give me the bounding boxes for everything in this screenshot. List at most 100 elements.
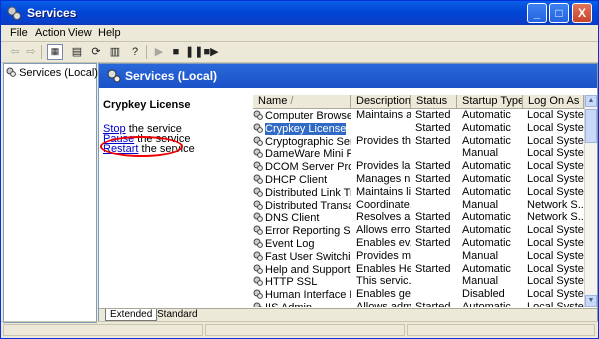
service-gear-icon	[253, 302, 263, 307]
service-gear-icon	[253, 110, 263, 120]
menu-file[interactable]: File	[10, 27, 28, 39]
pause-icon[interactable]: ❚❚	[185, 44, 203, 60]
sort-ascending-icon: /	[290, 95, 294, 107]
play-icon[interactable]: ▶	[151, 44, 167, 60]
service-name: DHCP Client	[265, 174, 328, 186]
scroll-up-icon[interactable]: ▲	[585, 95, 597, 107]
cell-startup: Automatic	[462, 160, 511, 173]
cell-startup: Manual	[462, 198, 499, 211]
service-gear-icon	[253, 276, 263, 287]
cell-startup: Automatic	[462, 262, 511, 275]
minimize-button[interactable]: _	[527, 3, 547, 23]
back-arrow-icon[interactable]: ⇦	[7, 44, 23, 60]
table-row[interactable]: Human Interface D... Enables ge... Disable…	[253, 288, 584, 301]
tab-extended[interactable]: Extended	[105, 309, 158, 321]
column-header-label: Name	[258, 95, 288, 107]
services-list: Name / Description Status Startup Type L…	[253, 95, 584, 307]
service-name: Event Log	[265, 238, 315, 250]
cell-name: IIS Admin	[253, 301, 351, 307]
cell-status: Started	[415, 237, 451, 249]
service-gear-icon	[253, 187, 263, 197]
column-header-log-on-as[interactable]: Log On As	[523, 95, 584, 108]
column-header-startup-type[interactable]: Startup Type	[457, 95, 523, 108]
cell-logon: Local System	[527, 275, 584, 288]
table-row[interactable]: Cryptographic Servi... Provides th... Star…	[253, 135, 584, 148]
menu-view[interactable]: View	[68, 27, 92, 39]
help-icon[interactable]: ?	[127, 44, 143, 60]
table-row[interactable]: Distributed Link Tra... Maintains li... St…	[253, 186, 584, 199]
cell-description: Manages n...	[356, 173, 411, 185]
refresh-icon[interactable]: ⟳	[88, 44, 104, 60]
table-row[interactable]: Error Reporting Ser... Allows erro... Star…	[253, 224, 584, 237]
service-gear-icon	[253, 161, 263, 172]
service-gear-icon	[253, 136, 263, 146]
stop-icon[interactable]: ■	[168, 44, 184, 60]
table-row[interactable]: IIS Admin Allows adm... Started Automatic Lo…	[253, 301, 584, 307]
scrollbar-thumb[interactable]	[585, 109, 597, 143]
table-row[interactable]: DameWare Mini Re... Manual Local System	[253, 147, 584, 160]
table-row[interactable]: DNS Client Resolves a... Started Automatic N…	[253, 211, 584, 224]
status-bar	[1, 321, 598, 339]
service-gear-icon	[253, 123, 263, 133]
cell-name: Distributed Link Tra...	[253, 186, 351, 200]
maximize-button[interactable]: □	[549, 3, 569, 23]
tree-node-services-local[interactable]: Services (Local)	[6, 66, 98, 79]
cell-name: Crypkey License	[253, 122, 351, 136]
title-bar[interactable]: Services _ □ X	[1, 1, 598, 25]
cell-startup: Automatic	[462, 134, 511, 147]
cell-status: Started	[415, 262, 451, 275]
cell-startup: Automatic	[462, 301, 511, 307]
cell-description: Maintains li...	[356, 185, 411, 198]
service-name: DNS Client	[265, 212, 320, 225]
cell-name: Human Interface D...	[253, 288, 351, 302]
status-section	[205, 324, 405, 336]
cell-name: Computer Browser	[253, 109, 351, 123]
table-row[interactable]: Event Log Enables ev... Started Automatic Lo…	[253, 237, 584, 250]
menu-action[interactable]: Action	[35, 27, 66, 39]
scroll-down-icon[interactable]: ▼	[585, 295, 597, 307]
cell-status: Started	[415, 160, 451, 173]
cell-name: DNS Client	[253, 211, 351, 225]
vertical-scrollbar[interactable]: ▲ ▼	[584, 95, 597, 307]
pane-header: Services (Local)	[99, 64, 597, 88]
menu-help[interactable]: Help	[98, 27, 121, 39]
restart-icon[interactable]: ■▶	[203, 44, 219, 60]
column-header-name[interactable]: Name /	[253, 95, 351, 108]
service-description-panel: Crypkey License Stop the service Pause t…	[99, 89, 251, 309]
table-row[interactable]: Crypkey License Started Automatic Local Sys…	[253, 122, 584, 135]
table-row[interactable]: DCOM Server Proce... Provides la... Starte…	[253, 160, 584, 173]
tab-standard[interactable]: Standard	[153, 309, 202, 320]
export-list-icon[interactable]: ▥	[107, 44, 123, 60]
console-tree: Services (Local)	[3, 63, 98, 323]
cell-logon: Local System	[527, 237, 584, 249]
forward-arrow-icon[interactable]: ⇨	[23, 44, 39, 60]
show-hide-tree-icon[interactable]: ▦	[47, 44, 63, 60]
cell-logon: Local System	[527, 109, 584, 121]
cell-status: Started	[415, 134, 451, 147]
cell-name: Error Reporting Ser...	[253, 224, 351, 238]
cell-startup: Automatic	[462, 211, 511, 224]
close-button[interactable]: X	[572, 3, 592, 23]
selected-service-name: Crypkey License	[103, 99, 191, 111]
table-row[interactable]: Fast User Switching... Provides m... Manua…	[253, 250, 584, 263]
table-row[interactable]: Computer Browser Maintains a... Started Aut…	[253, 109, 584, 122]
cell-description: Provides la...	[356, 160, 411, 173]
properties-icon[interactable]: ▤	[69, 44, 85, 60]
cell-status: Started	[415, 301, 451, 307]
cell-description: Allows adm...	[356, 301, 411, 307]
table-row[interactable]: DHCP Client Manages n... Started Automatic L…	[253, 173, 584, 186]
cell-description: Enables He...	[356, 262, 411, 275]
service-name: HTTP SSL	[265, 276, 318, 289]
column-header-status[interactable]: Status	[411, 95, 457, 108]
column-header-description[interactable]: Description	[351, 95, 411, 108]
cell-status: Started	[415, 211, 451, 224]
table-row[interactable]: Distributed Transac... Coordinate... Manua…	[253, 199, 584, 212]
table-row[interactable]: Help and Support Enables He... Started Auto…	[253, 263, 584, 276]
table-row[interactable]: HTTP SSL This servic... Manual Local System	[253, 275, 584, 288]
service-gear-icon	[253, 200, 263, 210]
cell-logon: Local System	[527, 160, 584, 173]
cell-startup: Automatic	[462, 121, 511, 134]
service-name: Cryptographic Servi...	[265, 135, 351, 148]
cell-name: DHCP Client	[253, 173, 351, 187]
cell-startup: Manual	[462, 147, 499, 160]
